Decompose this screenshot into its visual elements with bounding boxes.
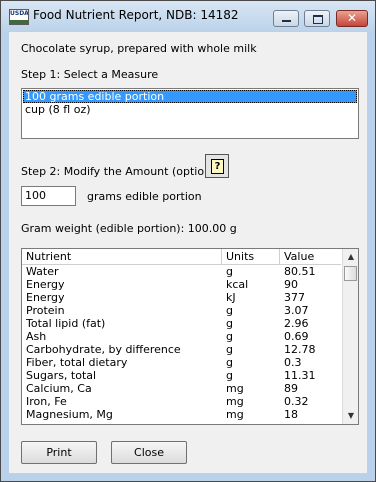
close-button[interactable]: Close [111,441,187,464]
report-window: USDA Food Nutrient Report, NDB: 14182 ✕ … [0,0,376,482]
value-cell: 0.3 [284,356,302,369]
help-icon: ? [211,159,224,174]
measure-option-cup[interactable]: cup (8 fl oz) [23,103,357,116]
table-row[interactable]: Iron, Fe mg 0.32 [22,395,341,408]
title-bar[interactable]: USDA Food Nutrient Report, NDB: 14182 ✕ [1,1,375,31]
table-row[interactable]: Water g 80.51 [22,265,341,278]
units-cell: g [226,356,233,369]
table-row[interactable]: Energy kJ 377 [22,291,341,304]
nutrient-name-cell: Water [26,265,59,278]
scroll-thumb[interactable] [344,266,357,281]
table-row[interactable]: Calcium, Ca mg 89 [22,382,341,395]
column-header-nutrient[interactable]: Nutrient [22,249,222,264]
nutrient-name-cell: Magnesium, Mg [26,408,113,421]
nutrient-name-cell: Energy [26,278,65,291]
table-row[interactable]: Fiber, total dietary g 0.3 [22,356,341,369]
value-cell: 80.51 [284,265,316,278]
column-header-units[interactable]: Units [222,249,280,264]
value-cell: 12.78 [284,343,316,356]
amount-input[interactable]: 100 [21,186,76,206]
nutrient-name-cell: Total lipid (fat) [26,317,106,330]
maximize-button[interactable] [304,10,330,27]
nutrient-name-cell: Carbohydrate, by difference [26,343,181,356]
measure-option-100g[interactable]: 100 grams edible portion [23,90,357,103]
value-cell: 18 [284,408,298,421]
minimize-icon [282,20,291,22]
print-button[interactable]: Print [21,441,97,464]
value-cell: 0.69 [284,330,309,343]
close-icon: ✕ [346,11,358,25]
nutrient-name-cell: Protein [26,304,65,317]
window-title: Food Nutrient Report, NDB: 14182 [33,8,239,22]
food-description: Chocolate syrup, prepared with whole mil… [21,42,257,55]
value-cell: 2.96 [284,317,309,330]
table-body: Water g 80.51 Energy kcal 90 Energy kJ 377 Protei… [22,265,341,424]
nutrient-name-cell: Ash [26,330,47,343]
step2-label: Step 2: Modify the Amount (optional) [21,165,226,178]
units-cell: g [226,343,233,356]
nutrient-name-cell: Calcium, Ca [26,382,92,395]
client-area: Chocolate syrup, prepared with whole mil… [9,32,367,473]
value-cell: 89 [284,382,298,395]
table-scrollbar[interactable]: ▲ ▼ [342,249,358,424]
value-cell: 3.07 [284,304,309,317]
units-cell: g [226,304,233,317]
usda-logo-icon: USDA [9,9,29,25]
units-cell: g [226,330,233,343]
units-cell: kcal [226,278,249,291]
table-row[interactable]: Magnesium, Mg mg 18 [22,408,341,421]
value-cell: 0.32 [284,395,309,408]
table-row[interactable]: Energy kcal 90 [22,278,341,291]
value-cell: 377 [284,291,305,304]
close-window-button[interactable]: ✕ [336,10,368,27]
help-button[interactable]: ? [205,154,229,178]
table-row[interactable]: Protein g 3.07 [22,304,341,317]
column-header-value[interactable]: Value [280,249,341,264]
nutrient-table[interactable]: Nutrient Units Value Water g 80.51 Energy kc… [21,248,359,425]
scroll-up-icon[interactable]: ▲ [343,249,358,265]
units-cell: mg [226,382,244,395]
scroll-down-icon[interactable]: ▼ [343,408,358,424]
gram-weight-label: Gram weight (edible portion): 100.00 g [21,222,237,235]
maximize-icon [313,15,323,24]
units-cell: g [226,369,233,382]
table-row[interactable]: Ash g 0.69 [22,330,341,343]
nutrient-name-cell: Energy [26,291,65,304]
measure-list[interactable]: 100 grams edible portion cup (8 fl oz) [21,88,359,139]
nutrient-name-cell: Sugars, total [26,369,97,382]
units-cell: kJ [226,291,236,304]
units-cell: mg [226,408,244,421]
units-cell: g [226,317,233,330]
table-row[interactable]: Total lipid (fat) g 2.96 [22,317,341,330]
table-header: Nutrient Units Value [22,249,341,265]
minimize-button[interactable] [273,10,299,27]
table-row[interactable]: Sugars, total g 11.31 [22,369,341,382]
units-cell: g [226,265,233,278]
step1-label: Step 1: Select a Measure [21,68,159,81]
value-cell: 11.31 [284,369,316,382]
value-cell: 90 [284,278,298,291]
amount-unit-label: grams edible portion [87,190,202,203]
nutrient-name-cell: Fiber, total dietary [26,356,128,369]
nutrient-name-cell: Iron, Fe [26,395,67,408]
table-row[interactable]: Carbohydrate, by difference g 12.78 [22,343,341,356]
units-cell: mg [226,395,244,408]
